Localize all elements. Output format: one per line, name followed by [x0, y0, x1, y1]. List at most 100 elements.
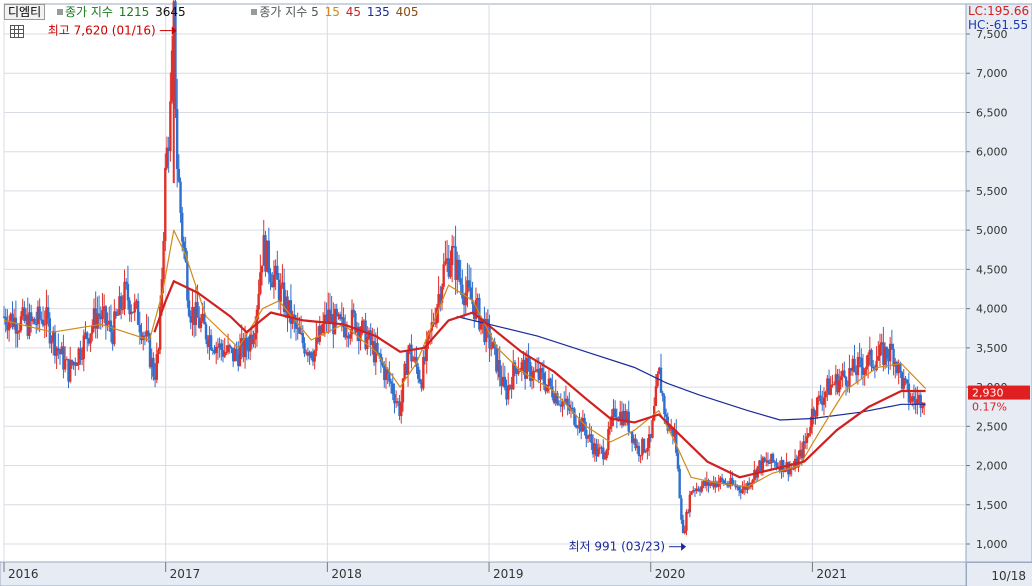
x-tick-label: 2016: [8, 567, 39, 581]
candle-body: [573, 408, 576, 425]
candle-body: [637, 445, 641, 456]
y-tick-label: 2,500: [976, 420, 1008, 433]
x-tick-label: 2019: [493, 567, 524, 581]
candle-body: [43, 324, 46, 326]
candle-body: [464, 292, 467, 306]
candle-body: [175, 108, 179, 169]
x-tick-label: 2020: [655, 567, 686, 581]
candle-body: [245, 337, 248, 350]
candle-body: [490, 348, 493, 350]
high-annotation: 최고 7,620 (01/16): [48, 24, 156, 38]
candle-body: [461, 284, 464, 299]
candle-body: [123, 281, 126, 309]
candle-body: [890, 343, 894, 349]
candle-body: [352, 309, 355, 314]
candle-body: [720, 477, 724, 481]
price-chart[interactable]: 1,0001,5002,0002,5003,0003,5004,0004,500…: [0, 0, 1032, 586]
ma-period-135: 135: [366, 5, 390, 19]
candle-body: [766, 460, 770, 464]
y-tick-label: 2,000: [976, 460, 1008, 473]
candle-body: [434, 323, 437, 325]
candle-body: [259, 272, 262, 294]
candle-body: [169, 101, 172, 152]
candle-body: [651, 420, 654, 438]
candle-body: [832, 384, 836, 386]
candle-body: [179, 181, 182, 213]
candle-body: [400, 402, 403, 416]
y-tick-label: 5,000: [976, 224, 1008, 237]
candle-body: [411, 360, 415, 362]
candle-body: [912, 396, 916, 401]
candle-body: [814, 415, 817, 417]
candle-body: [104, 306, 108, 326]
candle-body: [162, 240, 165, 280]
candle-body: [18, 330, 21, 333]
candle-body: [603, 458, 607, 460]
series-value-1: 1215: [118, 5, 150, 19]
candle-body: [860, 357, 863, 368]
ticker-tag[interactable]: 디엠티: [4, 4, 46, 20]
candle-body: [605, 449, 608, 459]
candle-body: [260, 265, 264, 273]
candle-body: [467, 280, 471, 288]
candle-body: [121, 308, 125, 310]
candle-body: [147, 330, 150, 337]
candle-body: [540, 368, 544, 373]
candle-body: [417, 366, 420, 379]
plot-area: [3, 3, 967, 563]
candle-body: [809, 426, 812, 434]
candle-body: [106, 324, 109, 326]
candle-body: [177, 168, 181, 182]
candle-body: [182, 241, 186, 248]
date-readout: 10/18: [966, 562, 1032, 586]
candle-body: [905, 379, 909, 384]
candle-body: [819, 395, 822, 402]
candle-body: [442, 264, 445, 287]
ma-marker-icon: [251, 9, 258, 15]
lc-value: LC:195.66: [968, 4, 1030, 18]
candle-body: [907, 383, 911, 403]
lc-hc-readout: LC:195.66 HC:-61.55: [968, 4, 1029, 32]
candle-body: [204, 324, 208, 340]
grid-table-icon[interactable]: [10, 25, 24, 38]
candle-body: [608, 426, 612, 430]
candle-body: [822, 397, 826, 405]
series-label: 종가 지수: [64, 5, 113, 19]
candle-body: [220, 343, 223, 351]
candle-body: [109, 320, 113, 332]
candle-body: [138, 324, 142, 333]
candle-body: [96, 313, 99, 329]
candle-body: [688, 494, 692, 513]
candle-body: [909, 401, 912, 403]
series-value-2: 3645: [155, 5, 186, 19]
candle-body: [238, 346, 242, 366]
candle-body: [35, 323, 38, 325]
candle-body: [388, 373, 391, 382]
candle-body: [661, 392, 664, 396]
candle-body: [310, 352, 313, 359]
candle-body: [50, 341, 53, 344]
candle-body: [613, 408, 617, 418]
candle-body: [91, 326, 94, 334]
candle-body: [863, 369, 866, 375]
candle-body: [257, 293, 260, 310]
candle-body: [101, 310, 104, 320]
low-annotation: 최저 991 (03/23): [568, 540, 665, 554]
candle-body: [856, 356, 860, 376]
candle-body: [527, 357, 530, 362]
candle-body: [80, 358, 84, 360]
candle-body: [498, 360, 501, 378]
candle-body: [700, 485, 703, 492]
candle-body: [126, 283, 130, 301]
candle-body: [313, 350, 316, 362]
candle-body: [520, 362, 523, 371]
candle-body: [878, 344, 882, 356]
candle-body: [119, 296, 123, 309]
candle-body: [775, 462, 778, 467]
candle-body: [209, 335, 213, 350]
candle-body: [272, 274, 276, 288]
candle-body: [422, 356, 425, 389]
series-marker-icon: [56, 9, 63, 15]
candle-body: [507, 385, 510, 400]
candle-body: [683, 530, 686, 534]
